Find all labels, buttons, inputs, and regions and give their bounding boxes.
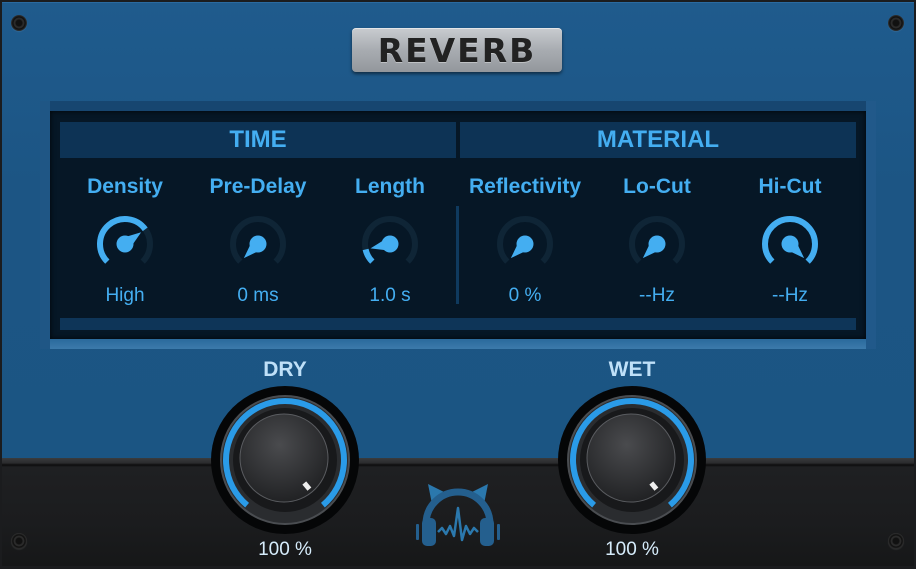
wet-knob[interactable] bbox=[557, 385, 707, 535]
lo-cut-knob[interactable] bbox=[624, 211, 690, 277]
length-knob[interactable] bbox=[357, 211, 423, 277]
knob-hub bbox=[249, 235, 267, 253]
screw-icon bbox=[888, 15, 904, 31]
param-length: Length 1.0 s bbox=[320, 173, 460, 307]
param-label: Hi-Cut bbox=[758, 175, 822, 198]
frame-bevel bbox=[866, 101, 876, 349]
param-label: Lo-Cut bbox=[623, 175, 691, 198]
section-header-material: MATERIAL bbox=[460, 122, 856, 158]
wet-value: 100 % bbox=[605, 539, 659, 560]
dry-value: 100 % bbox=[258, 539, 312, 560]
param-value: 0 % bbox=[508, 285, 542, 306]
parameter-display: TIME MATERIAL Density High Pre-Delay 0 m… bbox=[50, 111, 866, 339]
cat-headphones-logo-icon bbox=[416, 484, 500, 546]
density-knob[interactable] bbox=[92, 211, 158, 277]
param-hi-cut: Hi-Cut --Hz bbox=[720, 173, 860, 307]
frame-bevel bbox=[40, 339, 876, 349]
knob-hub bbox=[516, 235, 534, 253]
param-value: --Hz bbox=[639, 285, 675, 306]
knob-hub bbox=[381, 235, 399, 253]
frame-bevel bbox=[40, 101, 876, 111]
display-footer-bar bbox=[60, 318, 856, 330]
param-value: High bbox=[105, 285, 145, 306]
section-title: TIME bbox=[229, 126, 287, 153]
section-title: MATERIAL bbox=[596, 126, 720, 153]
knob-hub bbox=[781, 235, 799, 253]
param-label: Reflectivity bbox=[468, 175, 582, 198]
screw-icon bbox=[888, 533, 904, 549]
param-density: Density High bbox=[55, 173, 195, 307]
param-value: 1.0 s bbox=[369, 285, 411, 306]
param-lo-cut: Lo-Cut --Hz bbox=[587, 173, 727, 307]
screw-icon bbox=[11, 15, 27, 31]
wet-label: WET bbox=[608, 358, 656, 381]
knob-hub bbox=[116, 235, 134, 253]
param-label: Pre-Delay bbox=[209, 175, 307, 198]
reflectivity-knob[interactable] bbox=[492, 211, 558, 277]
section-header-time: TIME bbox=[60, 122, 456, 158]
knob-cap bbox=[586, 413, 676, 503]
dry-label: DRY bbox=[263, 358, 307, 381]
param-label: Density bbox=[87, 175, 163, 198]
param-reflectivity: Reflectivity 0 % bbox=[455, 173, 595, 307]
param-value: --Hz bbox=[772, 285, 808, 306]
plugin-title: REVERB bbox=[377, 30, 537, 70]
dry-knob[interactable] bbox=[210, 385, 360, 535]
reverb-plugin-window: REVERB TIME MATERIAL Density High Pre-De… bbox=[0, 0, 916, 569]
frame-bevel bbox=[40, 101, 50, 349]
knob-value-arc bbox=[362, 248, 375, 264]
knob-hub bbox=[648, 235, 666, 253]
knob-cap bbox=[239, 413, 329, 503]
param-label: Length bbox=[355, 175, 425, 198]
param-value: 0 ms bbox=[237, 285, 279, 306]
hi-cut-knob[interactable] bbox=[757, 211, 823, 277]
screw-icon bbox=[11, 533, 27, 549]
param-pre-delay: Pre-Delay 0 ms bbox=[188, 173, 328, 307]
title-plate: REVERB bbox=[352, 28, 562, 72]
pre-delay-knob[interactable] bbox=[225, 211, 291, 277]
